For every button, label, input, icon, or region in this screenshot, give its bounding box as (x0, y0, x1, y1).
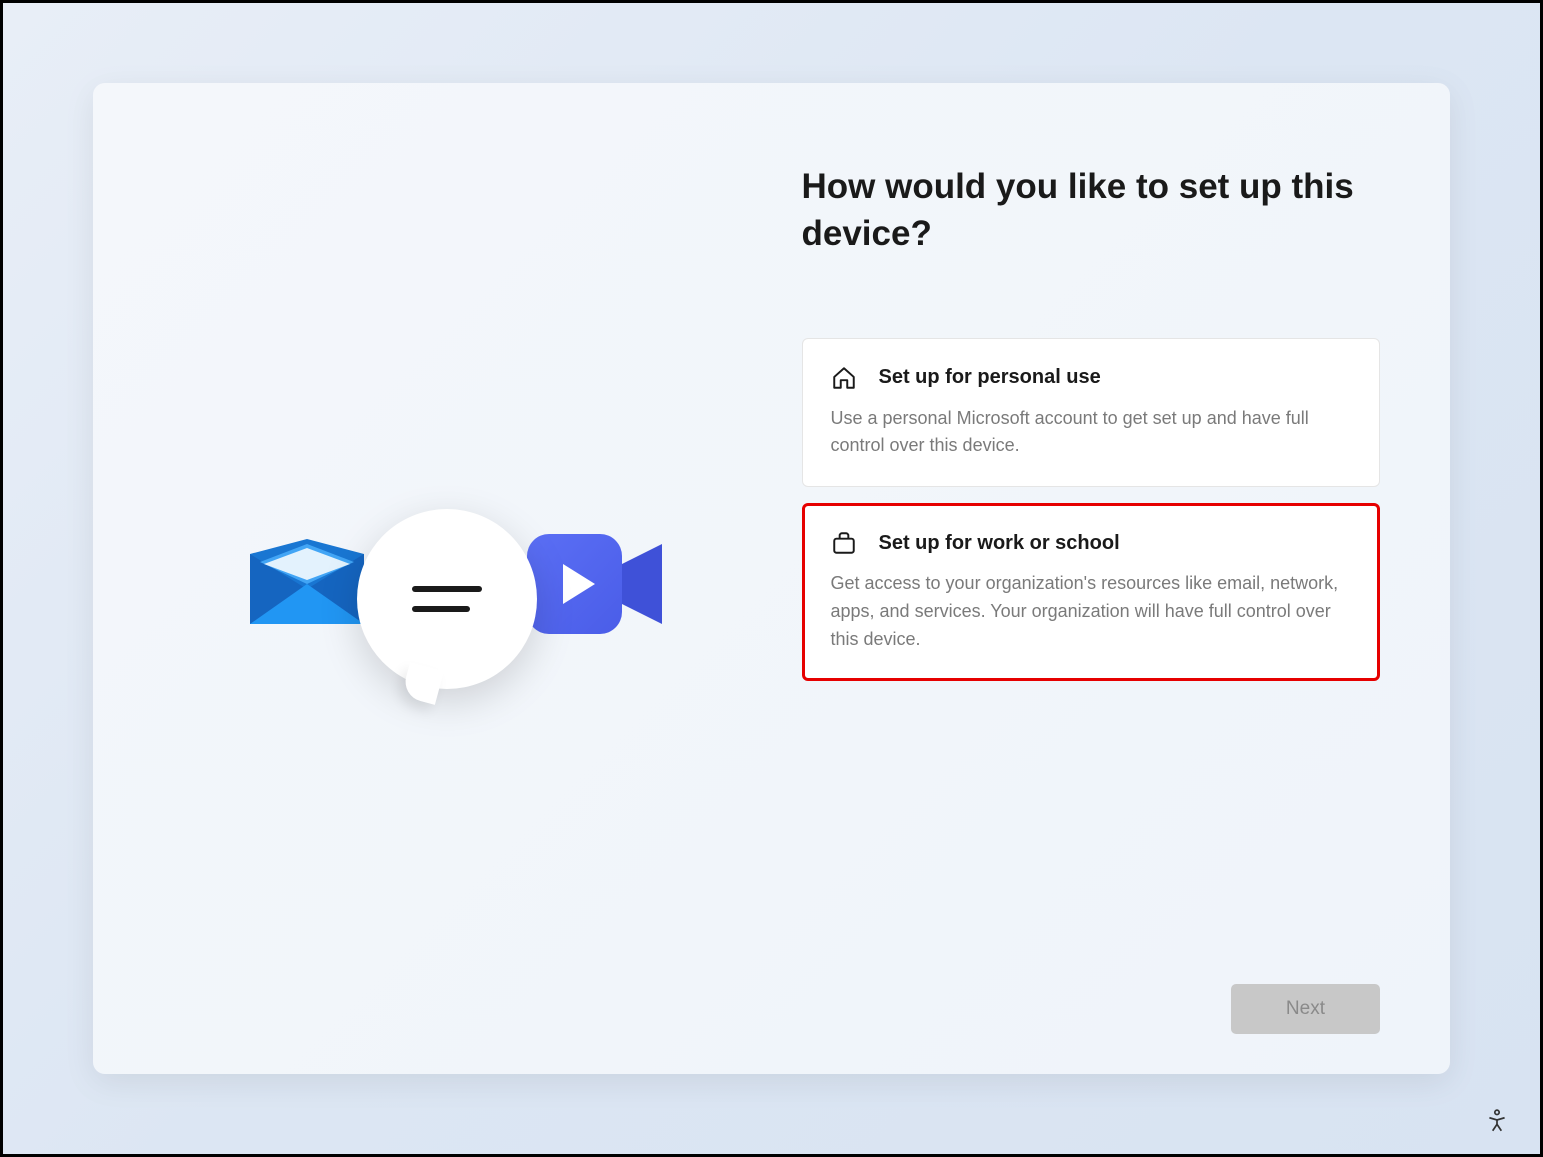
option-work-description: Get access to your organization's resour… (831, 570, 1352, 654)
video-icon (527, 529, 662, 644)
home-icon (831, 365, 857, 391)
option-personal-use[interactable]: Set up for personal use Use a personal M… (802, 338, 1381, 488)
option-work-school[interactable]: Set up for work or school Get access to … (802, 503, 1381, 681)
content-panel: How would you like to set up this device… (782, 163, 1381, 1034)
briefcase-icon (831, 530, 857, 556)
next-button[interactable]: Next (1231, 984, 1380, 1034)
page-title: How would you like to set up this device… (802, 163, 1381, 258)
setup-illustration (242, 499, 662, 699)
dialog-footer: Next (1231, 984, 1380, 1034)
chat-bubble-icon (357, 509, 537, 689)
option-personal-description: Use a personal Microsoft account to get … (831, 405, 1352, 461)
option-work-title: Set up for work or school (879, 532, 1120, 555)
accessibility-icon[interactable] (1484, 1108, 1510, 1134)
option-personal-title: Set up for personal use (879, 366, 1101, 389)
mail-icon (242, 534, 372, 634)
setup-dialog: How would you like to set up this device… (93, 83, 1450, 1074)
illustration-panel (163, 163, 782, 1034)
